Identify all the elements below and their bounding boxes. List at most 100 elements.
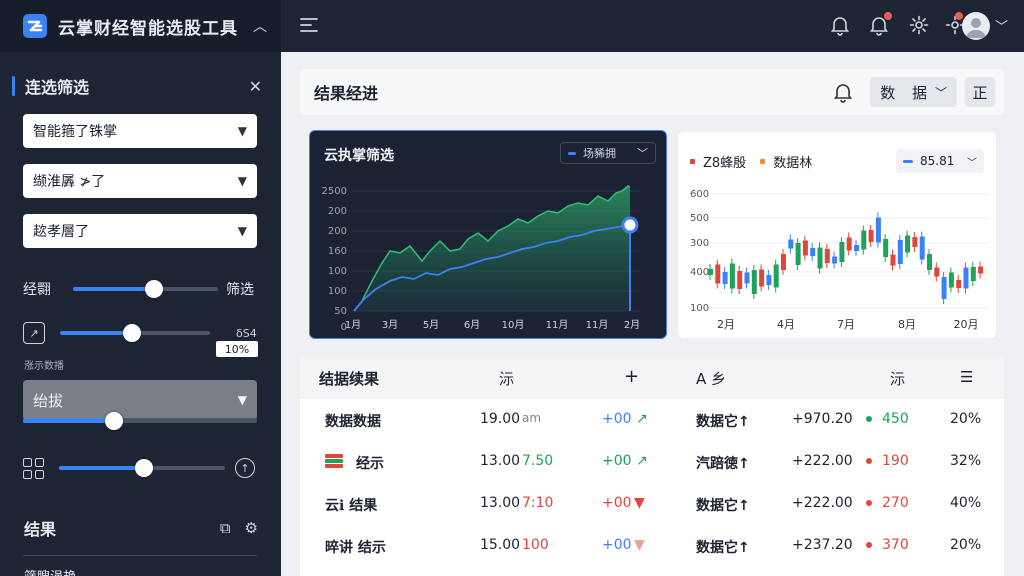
- x-tick-label: 10月: [502, 319, 525, 331]
- grey-select-slider[interactable]: [23, 412, 257, 430]
- candle-body: [919, 236, 925, 260]
- column-header-tag[interactable]: A 乡: [696, 368, 726, 389]
- row-price-sub: am: [522, 411, 542, 425]
- candle-body: [781, 254, 786, 270]
- row-change: +00: [602, 537, 632, 553]
- results-section-header: 结果 ⧉ ⚙: [24, 516, 258, 540]
- row-percent: 32%: [950, 453, 982, 469]
- bell-icon[interactable]: [832, 81, 854, 103]
- avatar[interactable]: [962, 12, 990, 40]
- grey-select-value: 绐拔: [33, 391, 64, 410]
- filter-select-1[interactable]: 智能箍了铢掌 ▼: [23, 114, 257, 148]
- row-trend-icon: ▼: [634, 537, 645, 553]
- candle-body: [722, 272, 728, 284]
- candle-body: [970, 267, 976, 281]
- y-tick-label: 100: [328, 266, 347, 277]
- main-header: 结果经进 数 据 ﹀ 正: [300, 69, 1004, 115]
- results-table: 结据续果 沶 + A 乡 沶 ☰ 数据数据 19.00 am +00 ↗ 数据它…: [300, 357, 1004, 576]
- candle-body: [817, 247, 823, 269]
- row-trend-icon: ↗: [636, 453, 648, 469]
- app-logo-icon: [23, 14, 47, 38]
- filter-select-3[interactable]: 趑孝層了 ▼: [23, 214, 257, 248]
- column-header-change[interactable]: +: [624, 366, 639, 387]
- grey-select[interactable]: 绐拔 ▼: [23, 380, 257, 420]
- y-tick-label: 500: [690, 213, 709, 224]
- grid-icon[interactable]: [23, 457, 45, 479]
- y-tick-label: 2500: [322, 186, 347, 197]
- candle-body: [708, 269, 713, 275]
- range-slider[interactable]: [60, 324, 210, 342]
- zheng-button[interactable]: 正: [965, 77, 995, 107]
- status-dot: [866, 542, 872, 548]
- dark-chart-card: 云执掌筛选 场豨拥 ﹀ 2500 200 200 160 100 100 50 …: [309, 130, 667, 339]
- candle-body: [883, 239, 889, 257]
- cursor-point[interactable]: [621, 216, 639, 234]
- slider-thumb[interactable]: [135, 459, 153, 477]
- app-title: 云掌财经智能选股工具: [58, 18, 238, 39]
- slider-thumb[interactable]: [123, 324, 141, 342]
- export-icon[interactable]: ⧉: [220, 519, 231, 537]
- candle-body: [839, 242, 845, 262]
- candle-body: [956, 280, 962, 288]
- data-button-label: 数 据: [880, 83, 933, 102]
- row-volume: 270: [882, 495, 909, 511]
- slider-row-3: ↑: [23, 457, 263, 479]
- candle-body: [802, 240, 808, 256]
- row-amount: +222.00: [792, 453, 853, 469]
- candle-body: [905, 235, 911, 253]
- table-row[interactable]: 数据数据 19.00 am +00 ↗ 数据它↑ +970.20 450 20%: [300, 399, 1004, 441]
- filter-select-2[interactable]: 缬淮羼 ≯了 ▼: [23, 164, 257, 198]
- slider-fill: [60, 331, 132, 335]
- x-tick-label: 4月: [777, 318, 795, 331]
- range-slider[interactable]: [59, 459, 225, 477]
- candle-body: [846, 237, 852, 251]
- column-header-name[interactable]: 结据续果: [319, 368, 379, 389]
- chevron-down-icon[interactable]: ﹀: [995, 16, 1008, 35]
- menu-icon[interactable]: [300, 16, 318, 34]
- table-row[interactable]: 晬讲 结示 15.00 100 +00 ▼ 数据它↑ +237.20 370 2…: [300, 525, 1004, 567]
- stock-icon: [325, 453, 343, 473]
- filter-select-value: 智能箍了铢掌: [33, 124, 117, 140]
- range-slider[interactable]: [73, 280, 218, 298]
- settings-icon[interactable]: ⚙: [245, 519, 258, 537]
- x-tick-label: 6月: [464, 319, 480, 331]
- y-tick-label: 100: [328, 286, 347, 297]
- gear-icon[interactable]: [908, 14, 930, 36]
- data-dropdown-button[interactable]: 数 据 ﹀: [870, 77, 957, 107]
- table-row[interactable]: 云ℹ 结果 13.00 7:10 +00 ▼ 数据它↑ +222.00 270 …: [300, 483, 1004, 525]
- candle-body: [854, 245, 859, 251]
- column-header-price[interactable]: 沶: [499, 368, 514, 389]
- candle-body: [729, 263, 735, 289]
- slider-thumb[interactable]: [105, 412, 123, 430]
- row-price-sub: 7.50: [522, 453, 554, 469]
- chart-toggle-icon[interactable]: ↗: [23, 322, 45, 344]
- x-tick-label: 2月: [717, 318, 735, 331]
- x-tick-label: 7月: [837, 318, 855, 331]
- slider-thumb[interactable]: [145, 280, 163, 298]
- row-volume: 370: [882, 537, 909, 553]
- slider-fill: [23, 418, 115, 423]
- row-percent: 20%: [950, 537, 982, 553]
- status-dot: [866, 458, 872, 464]
- sidebar-header: 云掌财经智能选股工具 ︿: [0, 0, 281, 52]
- column-menu-icon[interactable]: ☰: [960, 368, 973, 386]
- slider-row-2: ↗ δS4: [23, 322, 263, 344]
- results-title: 结果: [24, 520, 57, 539]
- row-percent: 40%: [950, 495, 982, 511]
- column-header-volume[interactable]: 沶: [890, 368, 905, 389]
- bell-icon[interactable]: [829, 14, 851, 36]
- row-tag: 数据它↑: [696, 414, 750, 430]
- close-icon[interactable]: ✕: [249, 77, 262, 96]
- row-price: 13.00: [480, 453, 521, 469]
- table-row[interactable]: 经示 13.00 7.50 +00 ↗ 汽踣徳↑ +222.00 190 32%: [300, 441, 1004, 483]
- candle-body: [795, 243, 801, 265]
- x-tick-label: 8月: [898, 318, 916, 331]
- chevron-up-icon[interactable]: ︿: [253, 16, 267, 36]
- candle-body: [861, 230, 867, 250]
- user-icon: [966, 18, 986, 38]
- y-tick-label: 300: [690, 238, 709, 249]
- candle-body: [810, 248, 816, 256]
- candle-body: [744, 272, 750, 284]
- upload-icon[interactable]: ↑: [235, 458, 255, 478]
- row-price: 19.00: [480, 411, 521, 427]
